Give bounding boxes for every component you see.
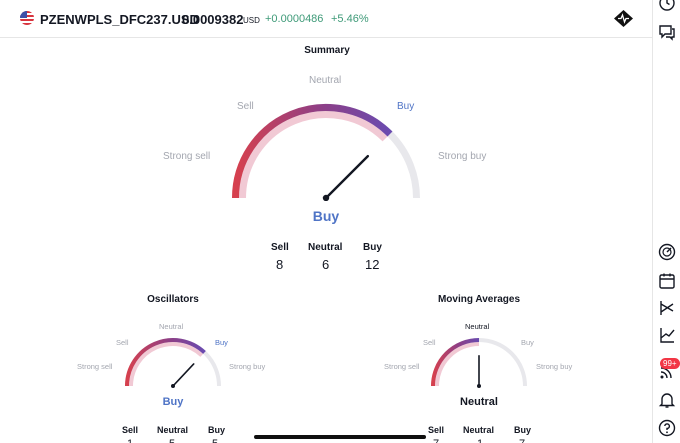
- summary-neutral-label: Neutral: [308, 242, 343, 253]
- moving-averages-neutral-count: 1: [477, 438, 483, 443]
- clock-icon[interactable]: [658, 0, 676, 12]
- currency-label: USD: [243, 16, 260, 25]
- oscillators-title: Oscillators: [147, 294, 199, 305]
- us-flag-icon: [20, 11, 34, 25]
- right-toolbar: [652, 0, 680, 443]
- pulsechain-logo-icon: [614, 10, 633, 27]
- summary-label-neutral: Neutral: [309, 75, 342, 86]
- summary-title: Summary: [304, 45, 350, 56]
- summary-verdict: Buy: [312, 208, 340, 224]
- summary-label-strong-buy: Strong buy: [438, 151, 487, 162]
- oscillators-sell-label: Sell: [122, 425, 139, 435]
- summary-sell-label: Sell: [271, 242, 289, 253]
- moving-averages-title: Moving Averages: [437, 294, 521, 305]
- summary-neutral-count: 6: [322, 257, 330, 272]
- moving-averages-label-strong-buy: Strong buy: [536, 362, 573, 371]
- line-tool-icon[interactable]: [658, 299, 676, 317]
- gauge-needle-pivot: [477, 384, 481, 388]
- moving-averages-buy-label: Buy: [514, 425, 532, 435]
- moving-averages-sell-count: 7: [433, 438, 439, 443]
- moving-averages-gauge: [431, 338, 527, 388]
- speedometer-icon[interactable]: [658, 243, 676, 261]
- oscillators-neutral-label: Neutral: [157, 425, 189, 435]
- summary-sell-count: 8: [276, 257, 284, 272]
- summary-buy-count: 12: [365, 257, 380, 272]
- summary-gauge: [232, 104, 420, 201]
- gauge-fill: [431, 338, 480, 387]
- moving-averages-label-strong-sell: Strong sell: [384, 362, 420, 371]
- oscillators-buy-count: 5: [212, 438, 218, 443]
- gauge-needle-pivot: [322, 194, 330, 201]
- oscillators-label-strong-buy: Strong buy: [229, 362, 266, 371]
- oscillators-sell-count: 1: [127, 438, 133, 443]
- gauge-needle-pivot: [171, 384, 175, 388]
- summary-buy-label: Buy: [363, 242, 382, 253]
- gauge-needle: [172, 363, 195, 387]
- oscillators-neutral-count: 5: [169, 438, 175, 443]
- chat-icon[interactable]: [658, 23, 676, 41]
- gauge-track: [232, 104, 420, 199]
- home-indicator[interactable]: [254, 435, 426, 439]
- moving-averages-label-neutral: Neutral: [465, 322, 490, 331]
- summary-label-strong-sell: Strong sell: [163, 151, 211, 162]
- bell-icon[interactable]: [658, 391, 676, 409]
- oscillators-label-strong-sell: Strong sell: [77, 362, 113, 371]
- oscillators-buy-label: Buy: [208, 425, 226, 435]
- notification-badge: 99+: [660, 358, 680, 369]
- moving-averages-neutral-label: Neutral: [463, 425, 495, 435]
- price-change: +0.0000486: [265, 13, 324, 25]
- gauge-inner-band: [239, 111, 388, 199]
- oscillators-verdict: Buy: [162, 396, 184, 408]
- moving-averages-buy-count: 7: [519, 438, 525, 443]
- last-price: 0.0009382: [182, 12, 244, 27]
- gauge-track: [125, 338, 221, 387]
- moving-averages-sell-label: Sell: [428, 425, 445, 435]
- symbol-header: PZENWPLS_DFC237.USD 0.0009382 USD +0.000…: [0, 0, 652, 38]
- chart-line-icon[interactable]: [658, 326, 676, 344]
- price-change-percent: +5.46%: [331, 13, 369, 25]
- symbol-name[interactable]: PZENWPLS_DFC237.USD: [40, 12, 199, 27]
- help-icon[interactable]: [658, 419, 676, 437]
- oscillators-label-neutral: Neutral: [159, 322, 184, 331]
- oscillators-gauge: [125, 338, 221, 388]
- calendar-icon[interactable]: [658, 272, 676, 290]
- moving-averages-verdict: Neutral: [460, 396, 498, 408]
- gauge-needle: [324, 154, 370, 200]
- gauge-inner-band: [435, 342, 480, 387]
